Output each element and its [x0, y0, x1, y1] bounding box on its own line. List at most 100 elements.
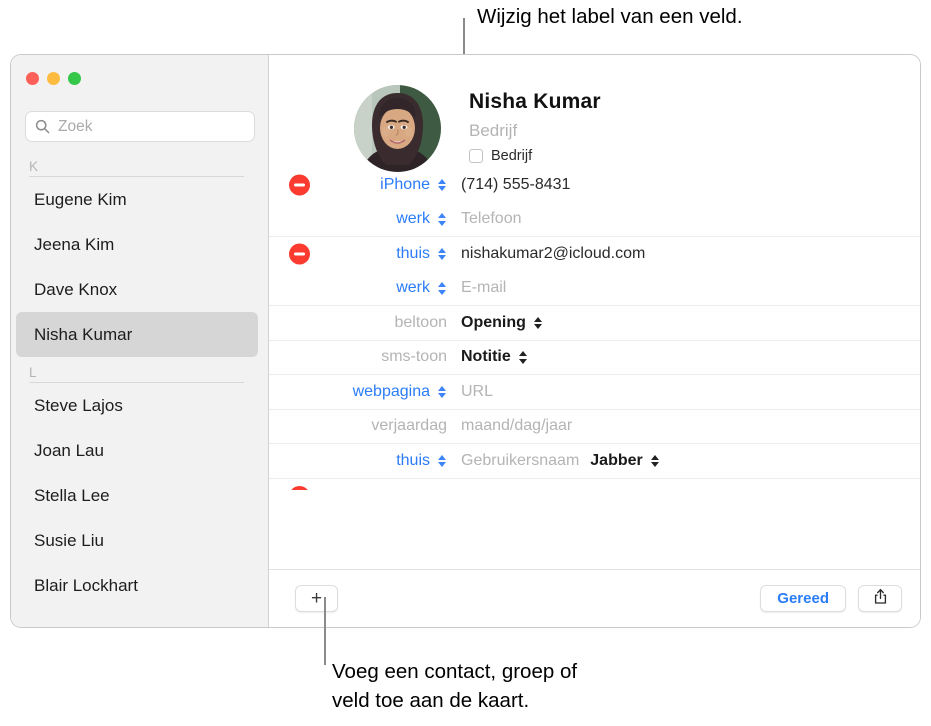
chevron-updown-icon[interactable]: [437, 454, 447, 467]
contact-name-label: Eugene Kim: [34, 189, 127, 209]
field-row-ringtone[interactable]: beltoon Opening: [269, 305, 920, 340]
field-value-placeholder[interactable]: Telefoon: [461, 210, 920, 228]
company-field[interactable]: Bedrijf: [469, 121, 601, 141]
callout-leader-line-bottom: [324, 597, 326, 665]
contact-name[interactable]: Nisha Kumar: [469, 90, 601, 114]
contact-name-label: Blair Lockhart: [34, 575, 138, 595]
field-value[interactable]: (714) 555-8431: [461, 176, 920, 194]
close-button[interactable]: [26, 72, 39, 85]
field-label-cell[interactable]: werk: [269, 279, 447, 297]
field-label: beltoon: [394, 313, 448, 331]
chevron-updown-icon[interactable]: [533, 316, 543, 329]
field-label: iPhone: [380, 175, 430, 193]
contact-row-nisha-kumar[interactable]: Nisha Kumar: [16, 312, 258, 357]
field-row-birthday[interactable]: verjaardag maand/dag/jaar: [269, 408, 920, 444]
contact-name-label: Jeena Kim: [34, 234, 115, 254]
contact-name-label: Joan Lau: [34, 440, 104, 460]
text-tone-value: Notitie: [461, 348, 511, 366]
minimize-button[interactable]: [47, 72, 60, 85]
chevron-updown-icon[interactable]: [650, 454, 660, 467]
field-label-cell[interactable]: werk: [269, 210, 447, 228]
share-button[interactable]: [858, 585, 902, 612]
contact-row-steve-lajos[interactable]: Steve Lajos: [16, 383, 258, 428]
chevron-updown-icon[interactable]: [437, 385, 447, 398]
field-row-work-phone[interactable]: werk Telefoon: [269, 202, 920, 237]
username-placeholder: Gebruikersnaam: [461, 451, 580, 469]
add-button[interactable]: +: [295, 585, 338, 612]
field-label-cell[interactable]: webpagina: [269, 383, 447, 401]
field-row-text-tone[interactable]: sms-toon Notitie: [269, 339, 920, 375]
contact-name-label: Nisha Kumar: [34, 324, 133, 344]
field-value-placeholder[interactable]: URL: [461, 383, 920, 401]
chevron-updown-icon[interactable]: [437, 178, 447, 191]
field-label: sms-toon: [381, 348, 447, 366]
contact-row-stella-lee[interactable]: Stella Lee: [16, 473, 258, 518]
chevron-updown-icon[interactable]: [518, 351, 528, 364]
contact-photo: [354, 85, 441, 172]
chevron-updown-icon[interactable]: [437, 282, 447, 295]
contact-row-joan-lau[interactable]: Joan Lau: [16, 428, 258, 473]
contact-row-eugene-kim[interactable]: Eugene Kim: [16, 177, 258, 222]
search-placeholder: Zoek: [58, 117, 93, 135]
field-value-select[interactable]: Notitie: [461, 348, 920, 366]
zoom-button[interactable]: [68, 72, 81, 85]
card-toolbar: + Gereed: [269, 569, 920, 627]
plus-icon: +: [310, 588, 323, 609]
callout-text-top: Wijzig het label van een veld.: [477, 5, 743, 28]
im-service-value: Jabber: [590, 451, 643, 469]
remove-field-icon[interactable]: [289, 485, 310, 490]
contact-name-label: Steve Lajos: [34, 395, 123, 415]
company-checkbox-row[interactable]: Bedrijf: [469, 148, 601, 164]
field-row-instant-message[interactable]: thuis Gebruikersnaam Jabber: [269, 443, 920, 478]
field-label: werk: [396, 210, 430, 228]
search-input[interactable]: Zoek: [25, 111, 255, 142]
ringtone-value: Opening: [461, 313, 526, 331]
field-label: thuis: [396, 451, 430, 469]
contact-section-k: K Eugene Kim Jeena Kim Dave Knox Nisha K…: [11, 158, 268, 357]
field-row-iphone[interactable]: iPhone (714) 555-8431: [269, 167, 920, 202]
field-value[interactable]: nishakumar2@icloud.com: [461, 245, 920, 263]
remove-field-icon[interactable]: [289, 174, 310, 196]
contact-row-jeena-kim[interactable]: Jeena Kim: [16, 222, 258, 267]
field-row-work-email[interactable]: werk E-mail: [269, 271, 920, 306]
chevron-updown-icon[interactable]: [437, 213, 447, 226]
contact-name-label: Stella Lee: [34, 485, 110, 505]
im-service-select[interactable]: Jabber: [590, 452, 659, 470]
share-icon: [872, 588, 889, 610]
company-checkbox[interactable]: [469, 149, 483, 163]
field-row-clipped[interactable]: [269, 477, 920, 490]
done-button-label: Gereed: [777, 590, 829, 607]
contacts-window: Zoek K Eugene Kim Jeena Kim Dave Knox Ni…: [10, 54, 921, 628]
section-header-letter: L: [29, 365, 37, 380]
contact-row-blair-lockhart[interactable]: Blair Lockhart: [16, 563, 258, 608]
contact-list[interactable]: K Eugene Kim Jeena Kim Dave Knox Nisha K…: [11, 151, 268, 627]
field-row-home-email[interactable]: thuis nishakumar2@icloud.com: [269, 236, 920, 271]
done-button[interactable]: Gereed: [760, 585, 846, 612]
contact-row-dave-knox[interactable]: Dave Knox: [16, 267, 258, 312]
field-label-cell: sms-toon: [269, 348, 447, 366]
field-label: werk: [396, 279, 430, 297]
contact-fields-list: iPhone (714) 555-8431 werk Telefoon thui…: [269, 167, 920, 490]
search-icon: [35, 119, 50, 134]
field-value-placeholder[interactable]: E-mail: [461, 279, 920, 297]
field-value-select[interactable]: Opening: [461, 314, 920, 332]
name-block: Nisha Kumar Bedrijf Bedrijf: [469, 85, 601, 164]
contact-name-label: Dave Knox: [34, 279, 118, 299]
contact-card-scroll-area: Nisha Kumar Bedrijf Bedrijf iPhone (714)…: [269, 55, 920, 569]
section-header-letter: K: [29, 159, 39, 174]
field-label: thuis: [396, 244, 430, 262]
field-value-placeholder[interactable]: maand/dag/jaar: [461, 417, 920, 435]
field-label-cell[interactable]: thuis: [269, 452, 447, 470]
contact-row-susie-liu[interactable]: Susie Liu: [16, 518, 258, 563]
chevron-updown-icon[interactable]: [437, 247, 447, 260]
field-label: webpagina: [352, 382, 430, 400]
field-value-group[interactable]: Gebruikersnaam Jabber: [461, 452, 920, 470]
remove-field-icon[interactable]: [289, 243, 310, 265]
field-row-homepage[interactable]: webpagina URL: [269, 374, 920, 409]
avatar[interactable]: [354, 85, 441, 172]
contact-card-header: Nisha Kumar Bedrijf Bedrijf: [269, 55, 920, 172]
field-label: verjaardag: [371, 417, 447, 435]
field-label-cell: verjaardag: [269, 417, 447, 435]
field-label-cell: beltoon: [269, 313, 448, 332]
contact-section-l: L Steve Lajos Joan Lau Stella Lee Susie …: [11, 364, 268, 608]
